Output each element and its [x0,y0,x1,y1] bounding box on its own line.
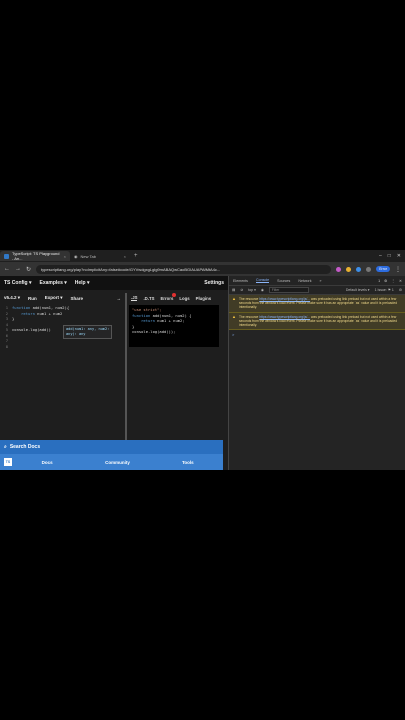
close-window-icon[interactable]: ✕ [397,253,401,259]
extensions-puzzle-icon[interactable] [366,266,372,272]
console-warning: ▲ The resource https://www.typescriptlan… [229,312,405,331]
tab-title: New Tab [80,253,97,259]
version-select[interactable]: v5.4.2 ▾ [4,295,20,301]
tab-errors[interactable]: Errors [160,292,177,301]
address-bar: ← → ↻ typescriptlang.org/play?noImplicit… [0,262,405,276]
console-prompt[interactable]: > [229,330,405,339]
warning-text: The resource https://www.typescriptlang.… [238,297,398,310]
search-docs-bar[interactable]: ⌕ Search Docs [0,440,223,454]
console-warning: ▲ The resource https://www.typescriptlan… [229,295,405,313]
back-icon[interactable]: ← [4,266,10,272]
export-button[interactable]: Export ▾ [45,295,63,301]
sidebar-toggle-icon[interactable]: ▤ [232,288,235,292]
forward-icon[interactable]: → [15,266,21,272]
window-controls: – □ ✕ [379,253,405,259]
browser-tab-playground[interactable]: TypeScript: TS Playground - An... × [0,251,70,261]
url-text: typescriptlang.org/play?noImplicitAny=fa… [41,266,221,272]
devtools-actions: 1 ⚙ ⋮ ✕ [378,279,405,283]
signature-tooltip: add(num1: any, num2: any): any [63,325,113,339]
console-settings-icon[interactable]: ⚙ [399,288,402,292]
log-levels-select[interactable]: Default levels ▾ [346,288,370,292]
search-icon: ⌕ [4,444,7,450]
code-line: 8 [5,343,8,349]
browser-tab-newtab[interactable]: ◉ New Tab × [70,251,130,261]
tab-network[interactable]: Network [298,279,311,283]
gear-icon[interactable]: ⚙ [384,279,387,283]
profile-button[interactable]: Error [376,266,390,272]
ts-playground: TS Config ▾ Examples ▾ Help ▾ Settings v… [0,276,228,470]
devtools-tabs: Elements Console Sources Network » 1 ⚙ ⋮… [229,276,405,286]
browser-tab-bar: TypeScript: TS Playground - An... × ◉ Ne… [0,250,405,262]
filter-input[interactable]: Filter [268,287,309,293]
extension-icon[interactable] [346,266,352,272]
screen-recording: TypeScript: TS Playground - An... × ◉ Ne… [0,250,405,470]
js-output: "use strict"; function add(num1, num2) {… [129,305,219,347]
playground-header: TS Config ▾ Examples ▾ Help ▾ Settings [0,276,228,290]
minimize-icon[interactable]: – [379,253,382,259]
output-tabs: .JS .D.TS Errors Logs Plugins [129,292,224,303]
error-badge [172,292,177,297]
footer-link-community[interactable]: Community [82,460,152,465]
devtools-panel: Elements Console Sources Network » 1 ⚙ ⋮… [228,276,405,470]
footer-link-tools[interactable]: Tools [153,460,223,465]
ts-logo[interactable]: TS [4,458,12,466]
globe-icon: ◉ [74,253,78,259]
tooltip-line: any): any [66,332,86,336]
warning-text: The resource https://www.typescriptlang.… [238,314,398,328]
clear-console-icon[interactable]: ⊘ [240,288,243,292]
tab-plugins[interactable]: Plugins [196,296,212,301]
help-menu[interactable]: Help ▾ [75,280,90,286]
tab-sources[interactable]: Sources [277,279,290,283]
new-tab-button[interactable]: + [130,253,142,259]
close-icon[interactable]: × [124,254,126,259]
close-icon[interactable]: ✕ [399,279,402,283]
tab-title: TypeScript: TS Playground - An... [12,251,60,261]
editor-toolbar: v5.4.2 ▾ Run Export ▾ Share → [0,293,125,303]
url-input[interactable]: typescriptlang.org/play?noImplicitAny=fa… [36,264,332,274]
tab-dts[interactable]: .D.TS [143,296,154,301]
output-line: console.log(add()); [132,329,176,335]
settings-button[interactable]: Settings [204,280,224,286]
warning-icon: ▲ [232,296,236,301]
close-icon[interactable]: × [64,254,66,259]
reload-icon[interactable]: ↻ [26,266,31,273]
run-button[interactable]: Run [28,296,37,301]
extension-icon[interactable] [356,266,362,272]
maximize-icon[interactable]: □ [388,253,391,259]
issues-button[interactable]: 1 Issue: ⚑ 1 [375,288,394,292]
more-tabs-icon[interactable]: » [320,279,322,283]
code-editor[interactable]: 1 function add(num1, num2){ 2 return num1… [0,305,125,440]
extension-icon[interactable] [336,266,342,272]
more-menu-icon[interactable]: ⋮ [391,279,395,283]
console-filter-bar: ▤ ⊘ top ▾ ◉ Filter Default levels ▾ 1 Is… [229,286,405,295]
footer-link-docs[interactable]: Docs [12,460,82,465]
issues-count[interactable]: 1 [378,279,380,283]
search-docs-label: Search Docs [9,444,41,450]
examples-menu[interactable]: Examples ▾ [40,280,67,286]
eye-icon[interactable]: ◉ [261,288,264,292]
tab-js[interactable]: .JS [131,295,138,301]
tab-logs[interactable]: Logs [179,296,189,301]
share-button[interactable]: Share [71,296,84,301]
collapse-arrow-icon[interactable]: → [117,296,126,301]
context-select[interactable]: top ▾ [248,288,256,292]
tab-console[interactable]: Console [255,278,270,283]
pane-divider[interactable] [125,293,127,440]
typescript-favicon-icon [4,253,9,259]
ts-config-menu[interactable]: TS Config ▾ [4,280,32,286]
footer-nav: TS Docs Community Tools [0,454,223,470]
tab-errors-label: Errors [160,295,174,301]
more-menu-icon[interactable]: ⋮ [395,266,401,273]
tab-elements[interactable]: Elements [233,279,248,283]
warning-icon: ▲ [232,313,236,319]
